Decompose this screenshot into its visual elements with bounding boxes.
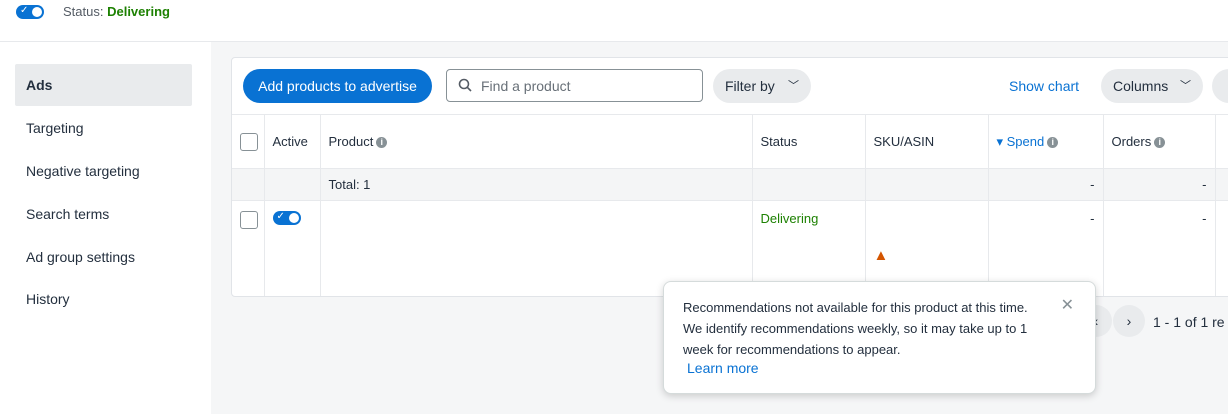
column-header-sku[interactable]: SKU/ASIN bbox=[865, 114, 989, 169]
sidebar: Ads Targeting Negative targeting Search … bbox=[0, 42, 211, 414]
sidebar-item-targeting[interactable]: Targeting bbox=[15, 107, 192, 149]
info-icon[interactable]: i bbox=[1154, 137, 1166, 149]
status-value: Delivering bbox=[107, 4, 170, 19]
ads-table: Active Product i Status SKU/ASIN ▾ Spend i… bbox=[232, 114, 1228, 296]
row-checkbox[interactable] bbox=[240, 211, 258, 229]
total-cell-empty bbox=[264, 168, 321, 201]
total-cell-empty bbox=[752, 168, 866, 201]
check-icon: ✓ bbox=[276, 211, 285, 222]
row-select-cell bbox=[232, 200, 265, 296]
check-icon: ✓ bbox=[20, 5, 29, 16]
chevron-down-icon: ﹀ bbox=[788, 80, 799, 92]
column-header-spend[interactable]: ▾ Spend i bbox=[988, 114, 1104, 169]
filter-by-label: Filter by bbox=[725, 78, 775, 94]
toggle-knob bbox=[288, 213, 299, 223]
ad-active-toggle[interactable]: ✓ bbox=[272, 211, 301, 225]
column-header-active[interactable]: Active bbox=[264, 114, 321, 169]
filter-by-button[interactable]: Filter by ﹀ bbox=[713, 69, 811, 103]
total-cell-empty bbox=[865, 168, 989, 201]
campaign-toggle[interactable]: ✓ bbox=[16, 5, 44, 19]
toolbar-overflow-button[interactable] bbox=[1212, 69, 1228, 103]
select-all-checkbox[interactable] bbox=[240, 132, 258, 151]
product-search[interactable] bbox=[446, 69, 703, 102]
column-header-product[interactable]: Product i bbox=[320, 114, 753, 169]
info-icon[interactable]: i bbox=[1047, 136, 1059, 148]
columns-label: Columns bbox=[1113, 78, 1169, 94]
show-chart-button[interactable]: Show chart bbox=[1009, 69, 1079, 103]
column-header-orders[interactable]: Orders i bbox=[1103, 114, 1216, 169]
product-header-label: Product bbox=[328, 134, 374, 149]
orders-header-label: Orders bbox=[1111, 134, 1152, 149]
column-header-status[interactable]: Status bbox=[752, 114, 866, 169]
sidebar-item-history[interactable]: History bbox=[15, 278, 192, 320]
popover-message: Recommendations not available for this p… bbox=[683, 300, 1028, 357]
chevron-down-icon: ﹀ bbox=[1180, 80, 1191, 92]
sort-desc-icon: ▾ bbox=[996, 133, 1007, 149]
sidebar-item-search-terms[interactable]: Search terms bbox=[15, 193, 192, 235]
close-icon[interactable]: ✕ bbox=[1061, 295, 1074, 315]
sidebar-item-negative-targeting[interactable]: Negative targeting bbox=[15, 150, 192, 192]
ads-table-panel: Add products to advertise Filter by ﹀ Sh… bbox=[231, 57, 1228, 297]
recommendations-popover: Recommendations not available for this p… bbox=[663, 281, 1096, 394]
total-spend: - bbox=[988, 168, 1104, 201]
total-cell-empty bbox=[232, 168, 265, 201]
total-orders: - bbox=[1103, 168, 1216, 201]
row-orders: - bbox=[1103, 200, 1216, 296]
chevron-right-icon: › bbox=[1126, 313, 1132, 329]
column-header-overflow[interactable] bbox=[1215, 114, 1228, 169]
campaign-status: Status: Delivering bbox=[63, 4, 170, 19]
total-cell-empty bbox=[1215, 168, 1228, 201]
top-status-bar: ✓ Status: Delivering bbox=[0, 0, 1228, 42]
status-label: Status: bbox=[63, 4, 104, 19]
add-products-button[interactable]: Add products to advertise bbox=[243, 69, 432, 103]
next-page-button[interactable]: › bbox=[1113, 305, 1145, 337]
row-cell-overflow bbox=[1215, 200, 1228, 296]
table-header-row: Active Product i Status SKU/ASIN ▾ Spend i… bbox=[232, 114, 1228, 169]
toggle-knob bbox=[32, 7, 42, 17]
learn-more-link[interactable]: Learn more bbox=[687, 360, 759, 376]
total-row: Total: 1 - - bbox=[232, 168, 1228, 201]
spend-header-label: Spend bbox=[1006, 133, 1045, 149]
columns-button[interactable]: Columns ﹀ bbox=[1101, 69, 1203, 103]
info-icon[interactable]: i bbox=[376, 137, 388, 149]
total-label: Total: 1 bbox=[320, 168, 753, 201]
sidebar-item-ads[interactable]: Ads bbox=[15, 64, 192, 106]
warning-icon[interactable]: ▲ bbox=[874, 247, 980, 264]
sidebar-item-ad-group-settings[interactable]: Ad group settings bbox=[15, 236, 192, 278]
row-active-cell: ✓ bbox=[264, 200, 321, 296]
search-icon bbox=[458, 78, 472, 92]
pagination-summary: 1 - 1 of 1 re bbox=[1153, 314, 1225, 330]
select-all-cell bbox=[232, 114, 265, 169]
search-input[interactable] bbox=[481, 75, 691, 97]
